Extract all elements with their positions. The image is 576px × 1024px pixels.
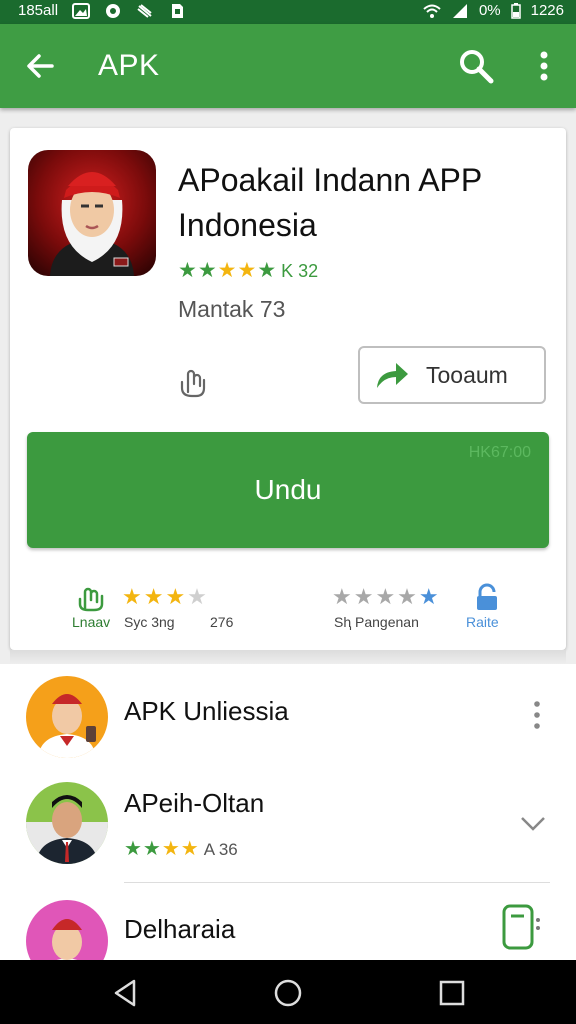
list-item[interactable]: Delharaia <box>0 894 576 960</box>
list-item-title: APK Unliessia <box>124 696 289 726</box>
list-item-title: APeih-Oltan <box>124 788 265 818</box>
list-item[interactable]: APK Unliessia <box>0 674 576 770</box>
avatar <box>26 782 108 864</box>
status-bar: 185all 0% 1226 <box>0 0 576 24</box>
cell-signal-icon <box>452 3 467 18</box>
record-icon <box>106 3 121 18</box>
portrait-icon <box>50 172 134 276</box>
stat-stars-rating: ★★★★ <box>122 584 209 609</box>
install-button[interactable]: HK67:00 Undu <box>27 432 549 548</box>
install-label: Undu <box>254 474 322 505</box>
nav-recents-icon[interactable] <box>436 977 468 1009</box>
battery-percent: 0% <box>478 2 501 19</box>
list-item-rating: ★★★★ A 36 <box>124 836 238 861</box>
signal-text: 185all <box>18 2 59 19</box>
stat-label-rate: Raite <box>466 614 499 630</box>
chevron-down-icon[interactable] <box>518 808 548 838</box>
related-apps-list: APK Unliessia APeih-Oltan ★★★★ A 36 Delh… <box>0 664 576 960</box>
avatar <box>26 900 108 960</box>
share-button[interactable]: Tooaum <box>358 346 546 404</box>
nav-home-icon[interactable] <box>272 977 304 1009</box>
clock: 1226 <box>530 2 564 19</box>
list-item-title: Delharaia <box>124 914 236 944</box>
star-rating-icon: ★★★★★ <box>178 259 278 282</box>
wifi-icon <box>423 4 441 18</box>
battery-icon <box>510 2 521 19</box>
touch-hand-icon <box>180 369 206 398</box>
app-detail-card: APoakail Indann APP Indonesia ★★★★★ K 32 … <box>10 128 566 650</box>
more-vert-icon[interactable] <box>522 700 552 730</box>
lock-icon <box>477 583 497 610</box>
stat-label-category: Sⱨ Pangenan <box>334 614 419 630</box>
vibrate-icon <box>137 3 152 18</box>
app-icon <box>28 150 156 276</box>
star-rating-icon: ★★★★ <box>124 838 200 860</box>
list-item-rating-count: A 36 <box>203 840 238 859</box>
back-arrow-icon[interactable] <box>22 48 58 84</box>
avatar <box>26 676 108 758</box>
share-arrow-icon <box>377 363 408 388</box>
stat-label-rating: Syc 3ng <box>124 614 175 630</box>
download-size: HK67:00 <box>468 444 531 461</box>
page-title: APK <box>98 49 160 82</box>
system-nav-bar <box>0 960 576 1024</box>
device-icon[interactable] <box>502 902 542 950</box>
share-label: Tooaum <box>426 362 508 388</box>
app-title: APoakail Indann APP Indonesia <box>178 162 482 243</box>
list-item[interactable]: APeih-Oltan ★★★★ A 36 <box>0 780 576 884</box>
gallery-icon <box>72 2 91 19</box>
app-rating: ★★★★★ K 32 <box>178 258 318 283</box>
overflow-menu-icon[interactable] <box>530 48 558 84</box>
developer-name[interactable]: Mantak 73 <box>178 296 285 323</box>
stats-row: Lnaav ★★★★ Syc 3ng 276 ★★★★★ Sⱨ Pangenan… <box>10 578 566 638</box>
sd-card-icon <box>172 3 184 18</box>
stat-stars-category: ★★★★★ <box>332 584 441 609</box>
stat-label-count: 276 <box>210 614 234 630</box>
list-divider <box>124 882 550 883</box>
stat-label-downloads: Lnaav <box>72 614 111 630</box>
search-icon[interactable] <box>456 46 496 86</box>
rating-count: K 32 <box>281 261 319 281</box>
nav-back-icon[interactable] <box>110 977 142 1009</box>
card-shadow <box>10 650 566 664</box>
app-bar: APK <box>0 24 576 108</box>
download-hand-icon <box>78 587 104 612</box>
